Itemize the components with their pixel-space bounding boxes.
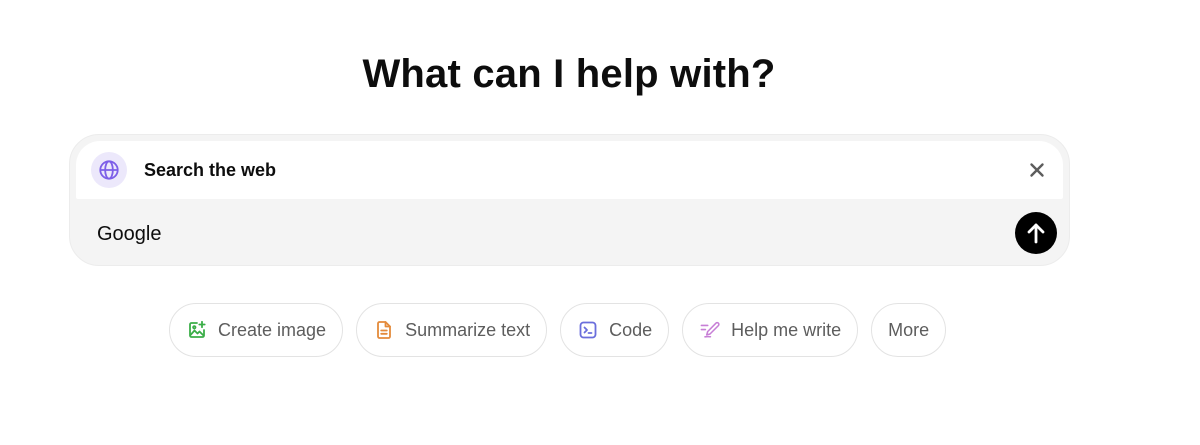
chip-label: Code: [609, 319, 653, 340]
composer: Search the web: [69, 134, 1070, 266]
send-button[interactable]: [1015, 212, 1057, 254]
page: What can I help with? Search the web Goo…: [0, 0, 1200, 445]
chip-label: Create image: [218, 319, 327, 340]
arrow-up-icon: [1027, 223, 1045, 244]
summarize-text-chip[interactable]: Summarize text: [356, 303, 548, 357]
chip-label: Summarize text: [405, 319, 531, 340]
search-web-tool-banner: Search the web: [76, 141, 1063, 199]
close-tool-button[interactable]: [1023, 156, 1051, 184]
help-me-write-chip[interactable]: Help me write: [682, 303, 859, 357]
image-plus-icon: [187, 320, 207, 340]
tool-label: Search the web: [144, 160, 277, 180]
suggestion-chips: Create image Summarize text Code Help me…: [169, 303, 947, 359]
close-icon: [1030, 163, 1044, 177]
terminal-icon: [578, 320, 598, 340]
code-chip[interactable]: Code: [560, 303, 670, 357]
globe-icon: [91, 152, 127, 188]
create-image-chip[interactable]: Create image: [169, 303, 344, 357]
prompt-input[interactable]: [97, 221, 977, 247]
chip-label: More: [888, 319, 930, 340]
document-icon: [374, 320, 394, 340]
pen-icon: [700, 320, 720, 340]
page-heading: What can I help with?: [362, 52, 776, 96]
more-chip[interactable]: More: [871, 303, 947, 357]
chip-label: Help me write: [731, 319, 842, 340]
